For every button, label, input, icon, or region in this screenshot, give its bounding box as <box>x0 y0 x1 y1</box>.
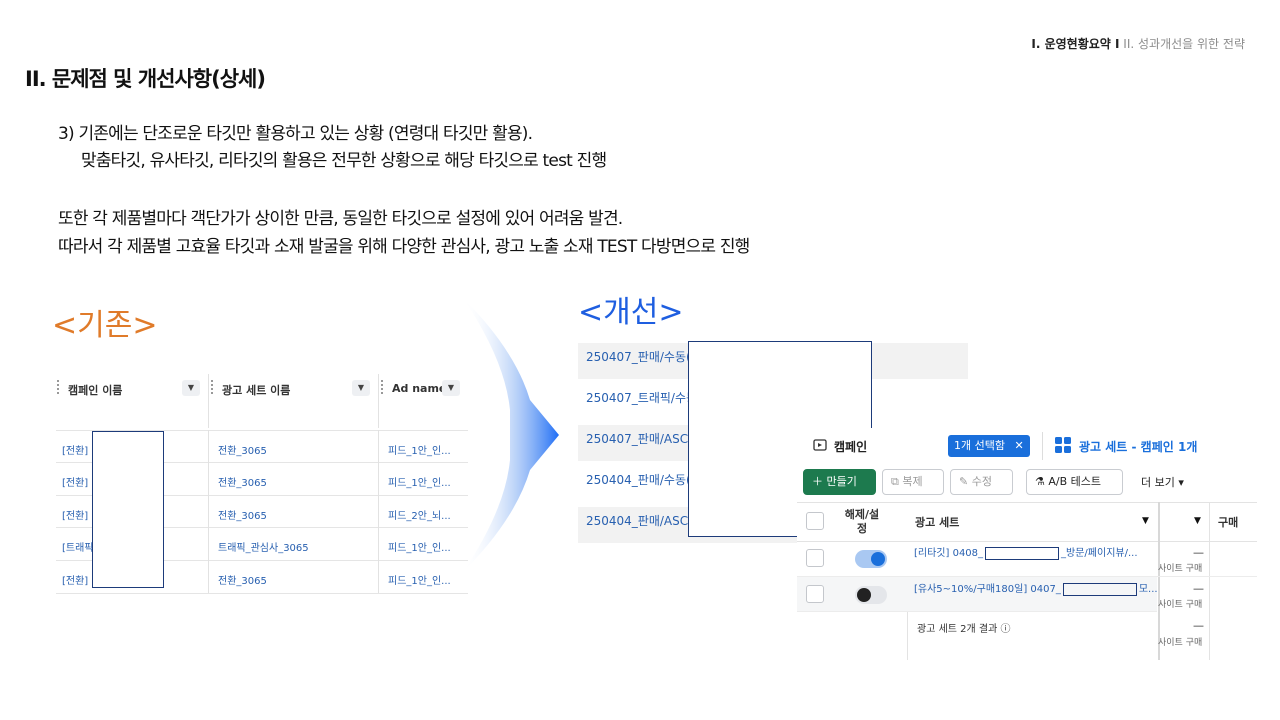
before-label: <기존> <box>52 308 158 343</box>
section-breadcrumb: I. 운영현황요약 I II. 성과개선을 위한 전략 <box>1031 35 1245 52</box>
row-checkbox[interactable] <box>806 585 824 603</box>
sort-caret-icon[interactable]: ▼ <box>1194 516 1201 526</box>
redaction-box <box>985 546 1060 560</box>
legacy-campaign-table: 캠페인 이름 ▼ 광고 세트 이름 ▼ Ad name ▼ [전환] 전환_30… <box>56 374 468 594</box>
redaction-box <box>1062 582 1137 596</box>
column-header-toggle[interactable]: 해제/설정 <box>841 508 883 536</box>
ab-test-button[interactable]: ⚗ A/B 테스트 <box>1026 469 1123 495</box>
panel-tab-bar: 캠페인 1개 선택함 ✕ 광고 세트 - 캠페인 1개 <box>797 428 1257 464</box>
drag-handle-icon[interactable] <box>381 380 383 394</box>
chevron-down-icon[interactable]: ▼ <box>442 380 460 396</box>
duplicate-button[interactable]: ⧉ 복제 <box>882 469 944 495</box>
select-all-checkbox[interactable] <box>806 512 824 530</box>
column-header-adset[interactable]: 광고 세트 이름 ▼ <box>210 374 378 428</box>
edit-button[interactable]: ✎ 수정 <box>950 469 1013 495</box>
chevron-down-icon[interactable]: ▼ <box>352 380 370 396</box>
paragraph-line-1: 3) 기존에는 단조로운 타깃만 활용하고 있는 상황 (연령대 타깃만 활용)… <box>58 124 533 144</box>
flask-icon: ⚗ <box>1035 475 1045 488</box>
transition-arrow-icon <box>463 298 559 572</box>
column-header-campaign[interactable]: 캠페인 이름 ▼ <box>56 374 208 428</box>
caret-down-icon: ▾ <box>1178 476 1184 489</box>
tab-adset[interactable]: 광고 세트 - 캠페인 1개 <box>1079 438 1197 455</box>
copy-icon: ⧉ <box>891 475 899 488</box>
pencil-icon: ✎ <box>959 475 969 488</box>
page-title: II. 문제점 및 개선사항(상세) <box>25 67 266 91</box>
adset-toggle-off[interactable] <box>855 586 887 604</box>
column-header-ad-name[interactable]: Ad name ▼ <box>380 374 468 428</box>
sort-caret-icon[interactable]: ▼ <box>1142 516 1149 526</box>
paragraph-line-2: 맞춤타깃, 유사타깃, 리타깃의 활용은 전무한 상황으로 해당 타깃으로 te… <box>81 151 607 171</box>
info-icon[interactable]: ⓘ <box>1001 624 1011 635</box>
paragraph-line-4: 따라서 각 제품별 고효율 타깃과 소재 발굴을 위해 다양한 관심사, 광고 … <box>58 237 750 257</box>
breadcrumb-next: II. 성과개선을 위한 전략 <box>1123 37 1245 51</box>
drag-handle-icon[interactable] <box>211 380 213 394</box>
ads-manager-panel: 캠페인 1개 선택함 ✕ 광고 세트 - 캠페인 1개 ＋ 만들기 ⧉ 복제 ✎… <box>797 428 1257 660</box>
more-dropdown[interactable]: 더 보기 ▾ <box>1141 474 1184 490</box>
chevron-down-icon[interactable]: ▼ <box>182 380 200 396</box>
breadcrumb-current: I. 운영현황요약 I <box>1031 37 1120 51</box>
folder-icon <box>813 439 827 451</box>
paragraph-line-3: 또한 각 제품별마다 객단가가 상이한 만큼, 동일한 타깃으로 설정에 있어 … <box>58 209 623 229</box>
adset-name-link[interactable]: [유사5~10%/구매180일] 0407_ 모... <box>914 580 1158 596</box>
result-summary: 광고 세트 2개 결과 ⓘ <box>917 624 1011 635</box>
adset-grid-icon <box>1055 437 1071 453</box>
close-icon[interactable]: ✕ <box>1014 439 1023 452</box>
row-checkbox[interactable] <box>806 549 824 567</box>
create-button[interactable]: ＋ 만들기 <box>803 469 876 495</box>
adset-toggle-on[interactable] <box>855 550 887 568</box>
plus-icon: ＋ <box>812 475 823 488</box>
after-label: <개선> <box>578 295 684 330</box>
drag-handle-icon[interactable] <box>57 380 59 394</box>
column-header-purchase[interactable]: 구매 <box>1218 514 1238 530</box>
adset-name-link[interactable]: [리타깃] 0408_ _방문/페이지뷰/... <box>914 544 1138 560</box>
tab-campaign[interactable]: 캠페인 <box>834 438 867 455</box>
column-header-adset[interactable]: 광고 세트 <box>915 514 959 530</box>
selection-badge[interactable]: 1개 선택함 ✕ <box>948 435 1030 457</box>
redaction-box <box>92 431 164 588</box>
